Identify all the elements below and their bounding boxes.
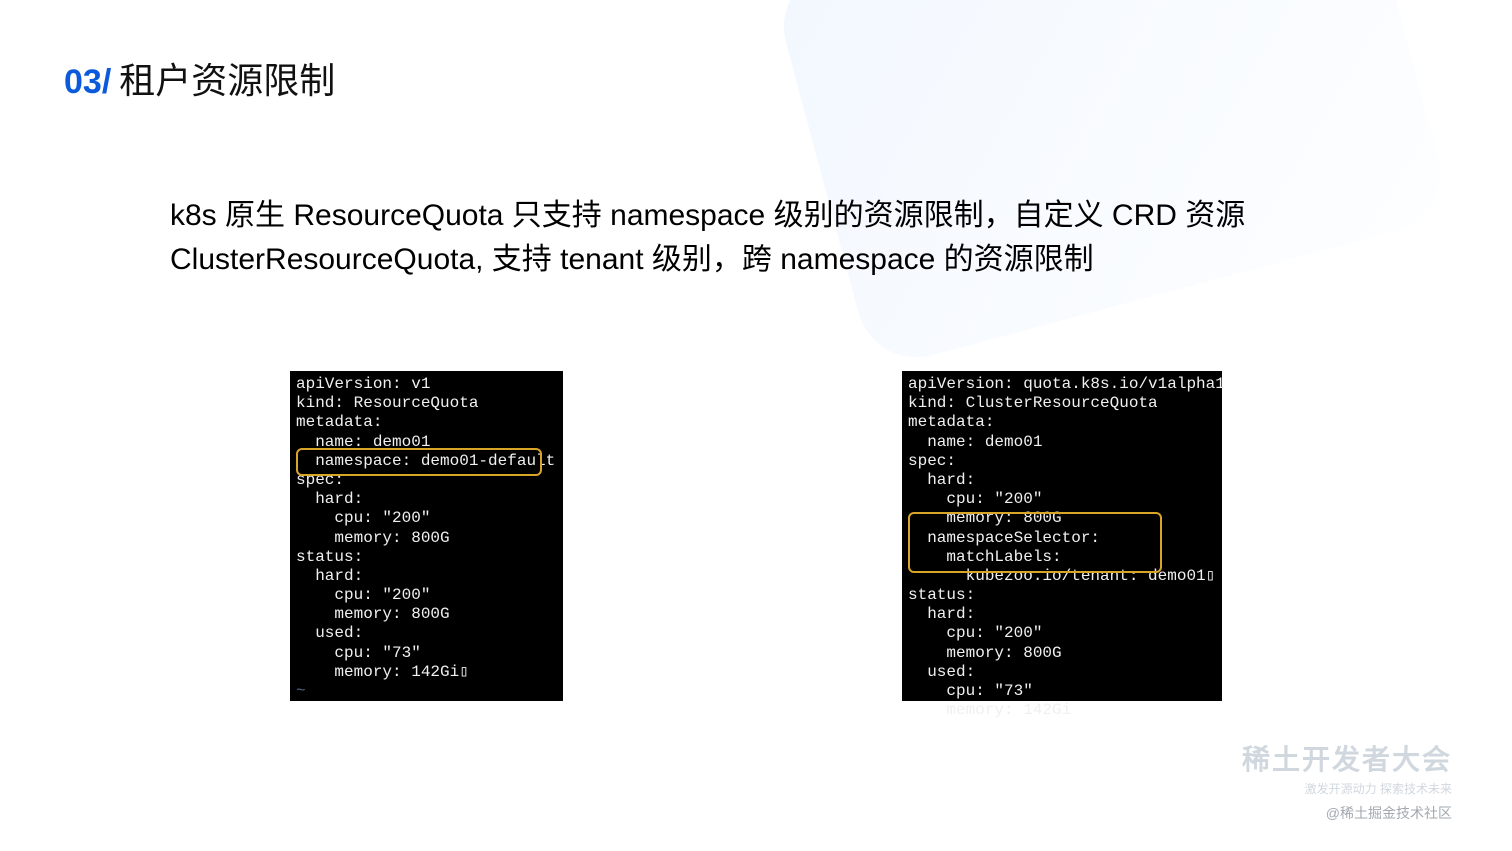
watermark-sub: 激发开源动力 探索技术未来: [1242, 780, 1452, 797]
watermark-main: 稀土开发者大会: [1242, 738, 1452, 778]
description-text: k8s 原生 ResourceQuota 只支持 namespace 级别的资源…: [170, 194, 1342, 281]
tilde-marker: ~: [296, 682, 306, 700]
slide-content: k8s 原生 ResourceQuota 只支持 namespace 级别的资源…: [0, 104, 1512, 701]
code-block-resourcequota: apiVersion: v1 kind: ResourceQuota metad…: [290, 371, 563, 701]
code-container: apiVersion: v1 kind: ResourceQuota metad…: [170, 371, 1342, 701]
slide-title: 租户资源限制: [119, 52, 335, 104]
code-block-clusterresourcequota: apiVersion: quota.k8s.io/v1alpha1 kind: …: [902, 371, 1222, 701]
code-text-right: apiVersion: quota.k8s.io/v1alpha1 kind: …: [908, 375, 1225, 719]
code-text-left: apiVersion: v1 kind: ResourceQuota metad…: [296, 375, 555, 681]
slide-number: 03/: [64, 63, 111, 102]
watermark: 稀土开发者大会 激发开源动力 探索技术未来 @稀土掘金技术社区: [1242, 738, 1452, 823]
watermark-attr: @稀土掘金技术社区: [1242, 803, 1452, 823]
slide-header: 03/ 租户资源限制: [0, 0, 1512, 104]
